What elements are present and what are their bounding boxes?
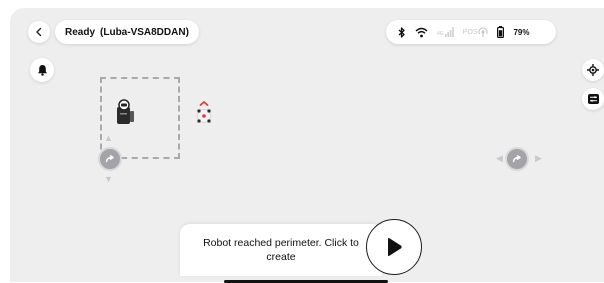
start-button[interactable] bbox=[366, 219, 422, 275]
rtk-antenna-icon bbox=[478, 27, 489, 37]
battery-percentage: 79% bbox=[513, 27, 530, 37]
bluetooth-icon bbox=[398, 26, 405, 38]
settings-sliders-icon bbox=[587, 94, 599, 104]
device-status-pill[interactable]: Ready (Luba-VSA8DDAN) bbox=[55, 20, 199, 44]
map-settings-button[interactable] bbox=[582, 88, 604, 110]
chevron-left-icon bbox=[36, 27, 42, 37]
charging-station-icon bbox=[117, 99, 134, 124]
robot-mower-icon bbox=[197, 101, 211, 123]
chevron-left-small-icon: ◀ bbox=[496, 153, 503, 163]
waypoint-marker-right[interactable] bbox=[505, 147, 529, 171]
perimeter-toast[interactable]: Robot reached perimeter. Click to create bbox=[180, 224, 382, 276]
device-name: (Luba-VSA8DDAN) bbox=[100, 26, 189, 38]
notifications-button[interactable] bbox=[30, 58, 54, 82]
status-label: Ready bbox=[65, 26, 96, 38]
cellular-4g-icon: 4G bbox=[437, 27, 454, 37]
redo-arrow-icon bbox=[105, 155, 114, 163]
play-icon bbox=[388, 238, 402, 256]
bell-icon bbox=[37, 65, 47, 76]
locate-robot-button[interactable] bbox=[582, 59, 604, 81]
cellular-label: 4G bbox=[437, 31, 444, 37]
crosshair-icon bbox=[587, 64, 599, 76]
system-status-bar: 4G POS 79% bbox=[386, 20, 556, 44]
rtk-position-indicator: POS bbox=[463, 27, 489, 37]
waypoint-marker-left[interactable] bbox=[98, 147, 122, 171]
toast-message: Robot reached perimeter. Click to create bbox=[203, 236, 359, 263]
redo-arrow-icon bbox=[512, 155, 521, 163]
pos-label: POS bbox=[462, 28, 478, 36]
back-button[interactable] bbox=[28, 21, 50, 43]
battery-icon bbox=[497, 26, 505, 38]
chevron-right-small-icon: ▶ bbox=[535, 153, 542, 163]
chevron-down-icon: ▼ bbox=[104, 174, 113, 184]
wifi-icon bbox=[415, 27, 428, 37]
chevron-up-icon: ▲ bbox=[104, 133, 113, 143]
